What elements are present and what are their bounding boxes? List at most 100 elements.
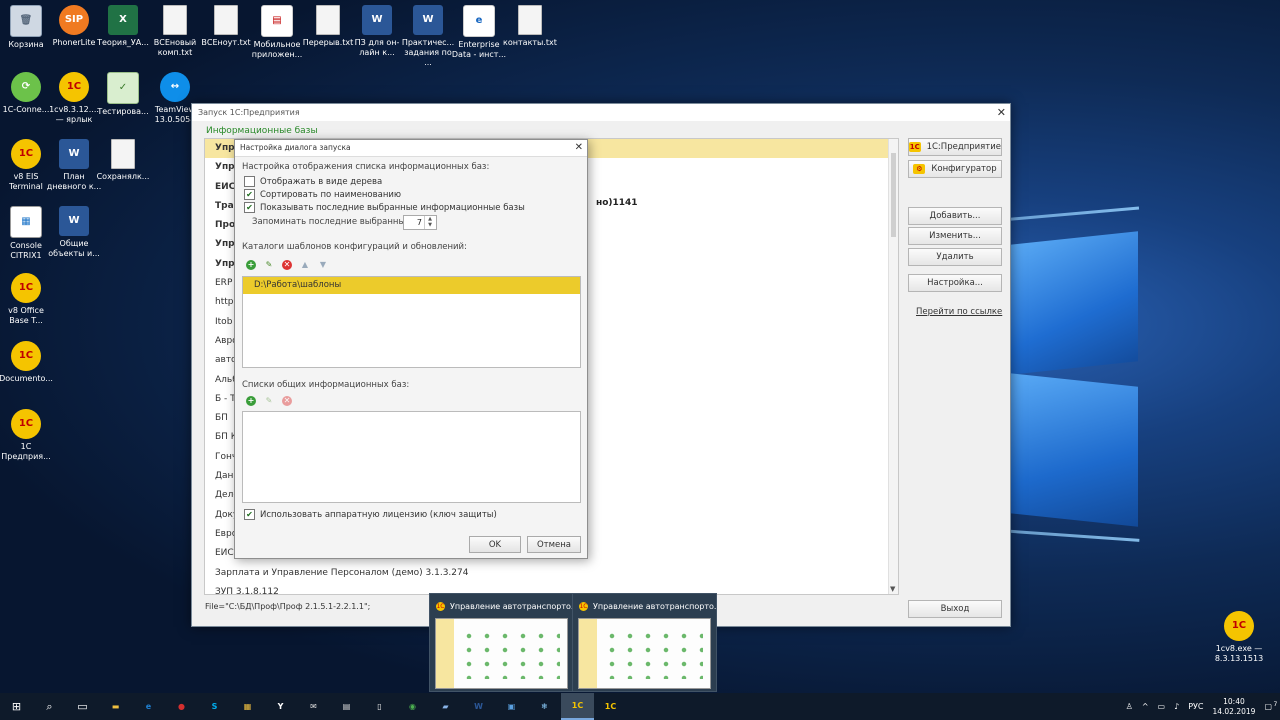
desktop-shortcut[interactable]: 1С 1С Предприя...: [0, 409, 54, 462]
desktop-shortcut-label: Перерыв.txt: [302, 38, 354, 47]
taskbar-app-notepad[interactable]: ▯: [363, 693, 396, 720]
move-up-arrow-icon[interactable]: ▲: [300, 260, 310, 270]
desktop-shortcut[interactable]: 1С 1cv8.3.12.... — ярлык: [46, 72, 102, 125]
scrollbar-thumb[interactable]: [891, 153, 896, 237]
common-infobases-list[interactable]: [242, 411, 581, 503]
remember-recent-value[interactable]: 7: [404, 218, 424, 227]
delete-icon[interactable]: ✕: [282, 260, 292, 270]
desktop-shortcut-label: Сохранялк...: [96, 172, 150, 181]
text-file-icon: [316, 5, 340, 35]
desktop-shortcut-label: Мобильное приложен...: [251, 40, 303, 59]
sort-by-name-label: Сортировать по наименованию: [260, 189, 402, 200]
preview-thumbnail[interactable]: [435, 618, 568, 689]
add-icon[interactable]: +: [246, 396, 256, 406]
desktop-shortcut[interactable]: 1С Documento...: [0, 341, 54, 384]
show-recent-checkbox[interactable]: ✔: [244, 202, 255, 213]
taskbar-app-file-explorer[interactable]: ▬: [99, 693, 132, 720]
configurator-button[interactable]: ⚙ Конфигуратор: [908, 160, 1002, 178]
preview-title: Управление автотранспорто...: [450, 601, 573, 611]
desktop-shortcut[interactable]: W План дневного к...: [46, 139, 102, 192]
dialog-titlebar: Настройка диалога запуска ✕: [235, 140, 587, 157]
desktop-shortcut[interactable]: ВСЕноут.txt: [198, 5, 254, 48]
tree-view-checkbox[interactable]: [244, 176, 255, 187]
preview-thumbnail[interactable]: [578, 618, 711, 689]
language-indicator[interactable]: РУС: [1188, 702, 1203, 711]
desktop-shortcut[interactable]: контакты.txt: [502, 5, 558, 48]
task-view-button[interactable]: ▭: [66, 693, 99, 720]
taskbar-app-chrome[interactable]: ◉: [396, 693, 429, 720]
desktop-shortcut-label: Тестирова...: [97, 107, 149, 116]
clock-date: 14.02.2019: [1212, 706, 1256, 716]
taskbar-app-1c[interactable]: 1С: [594, 693, 627, 720]
settings-button[interactable]: Настройка...: [908, 274, 1002, 292]
launcher-close-icon[interactable]: ✕: [997, 106, 1006, 119]
cancel-button[interactable]: Отмена: [527, 536, 581, 553]
network-icon[interactable]: ▭: [1158, 702, 1166, 711]
follow-link[interactable]: Перейти по ссылке: [916, 307, 1002, 317]
hardware-license-checkbox[interactable]: ✔: [244, 509, 255, 520]
taskbar-app-notes[interactable]: ▰: [429, 693, 462, 720]
taskbar-preview[interactable]: 1С Управление автотранспорто...: [429, 593, 574, 692]
notification-center-icon[interactable]: ▢ 7: [1264, 701, 1277, 711]
infobase-list-scrollbar[interactable]: ▼: [888, 139, 898, 594]
taskbar-app-calculator[interactable]: ▤: [330, 693, 363, 720]
move-down-arrow-icon[interactable]: ▼: [318, 260, 328, 270]
tray-expand-icon[interactable]: ^: [1142, 702, 1149, 711]
desktop-shortcut[interactable]: ▤ Мобильное приложен...: [249, 5, 305, 60]
option-hardware-license[interactable]: ✔ Использовать аппаратную лицензию (ключ…: [244, 509, 497, 520]
taskbar-preview[interactable]: 1С Управление автотранспорто...: [572, 593, 717, 692]
start-button[interactable]: ⊞: [0, 693, 33, 720]
1c-enterprise-icon: 1С: [909, 142, 921, 152]
option-sort-by-name[interactable]: ✔ Сортировать по наименованию: [244, 189, 401, 200]
preview-sidebar: [436, 619, 454, 688]
ok-button[interactable]: OK: [469, 536, 521, 553]
remember-recent-stepper[interactable]: 7 ▲ ▼: [403, 215, 437, 230]
desktop-shortcut[interactable]: e Enterprise Data - инст...: [451, 5, 507, 60]
desktop-shortcut[interactable]: Перерыв.txt: [300, 5, 356, 48]
desktop-shortcut[interactable]: SIP PhonerLite: [46, 5, 102, 48]
desktop-shortcut[interactable]: Сохранялк...: [95, 139, 151, 182]
search-button[interactable]: ⌕: [33, 693, 66, 720]
stepper-arrows-icon[interactable]: ▲ ▼: [424, 216, 435, 229]
taskbar-app-edge[interactable]: e: [132, 693, 165, 720]
clock[interactable]: 10:40 14.02.2019: [1212, 697, 1255, 717]
taskbar-app-1c-active[interactable]: 1С: [561, 693, 594, 720]
scroll-down-arrow-icon[interactable]: ▼: [890, 585, 895, 593]
add-icon[interactable]: +: [246, 260, 256, 270]
desktop-shortcut[interactable]: ✓ Тестирова...: [95, 72, 151, 117]
1c-icon: 1С: [1224, 611, 1254, 641]
desktop-shortcut[interactable]: W Практичес... задания по ...: [400, 5, 456, 68]
desktop-shortcut[interactable]: W Общие объекты и...: [46, 206, 102, 259]
taskbar-app-record[interactable]: ●: [165, 693, 198, 720]
volume-icon[interactable]: ♪: [1174, 702, 1179, 711]
sort-by-name-checkbox[interactable]: ✔: [244, 189, 255, 200]
desktop-shortcut[interactable]: W ПЗ для он-лайн к...: [349, 5, 405, 58]
desktop-shortcut-label: План дневного к...: [46, 172, 102, 191]
desktop-shortcut[interactable]: X Теория_УА...: [95, 5, 151, 48]
taskbar-app-remote[interactable]: ▣: [495, 693, 528, 720]
option-show-recent[interactable]: ✔ Показывать последние выбранные информа…: [244, 202, 525, 213]
delete-infobase-button[interactable]: Удалить: [908, 248, 1002, 266]
exit-button[interactable]: Выход: [908, 600, 1002, 618]
preview-titlebar: 1С Управление автотранспорто...: [573, 594, 716, 618]
desktop-shortcut[interactable]: 1С 1cv8.exe — 8.3.13.1513: [1211, 611, 1267, 664]
desktop-shortcut[interactable]: ВСЕновый комп.txt: [147, 5, 203, 58]
templates-list-item[interactable]: D:\Работа\шаблоны: [243, 277, 580, 294]
infobase-list-item[interactable]: Зарплата и Управление Персоналом (демо) …: [205, 564, 898, 583]
taskbar-app-settings[interactable]: ❄: [528, 693, 561, 720]
option-tree-view[interactable]: Отображать в виде дерева: [244, 176, 382, 187]
edit-infobase-button[interactable]: Изменить...: [908, 227, 1002, 245]
taskbar-app-mail[interactable]: ✉: [297, 693, 330, 720]
1c-icon: 1С: [11, 273, 41, 303]
taskbar-app-store[interactable]: ▦: [231, 693, 264, 720]
taskbar-app-yandex[interactable]: Y: [264, 693, 297, 720]
templates-list[interactable]: D:\Работа\шаблоны: [242, 276, 581, 368]
enterprise-button[interactable]: 1С 1С:Предприятие: [908, 138, 1002, 156]
taskbar-app-skype[interactable]: S: [198, 693, 231, 720]
dialog-close-icon[interactable]: ✕: [575, 140, 583, 156]
edit-pencil-icon[interactable]: ✎: [264, 260, 274, 270]
desktop-shortcut[interactable]: 1С v8 Office Base T...: [0, 273, 54, 326]
taskbar-app-word[interactable]: W: [462, 693, 495, 720]
people-icon[interactable]: ♙: [1126, 702, 1133, 711]
add-infobase-button[interactable]: Добавить...: [908, 207, 1002, 225]
